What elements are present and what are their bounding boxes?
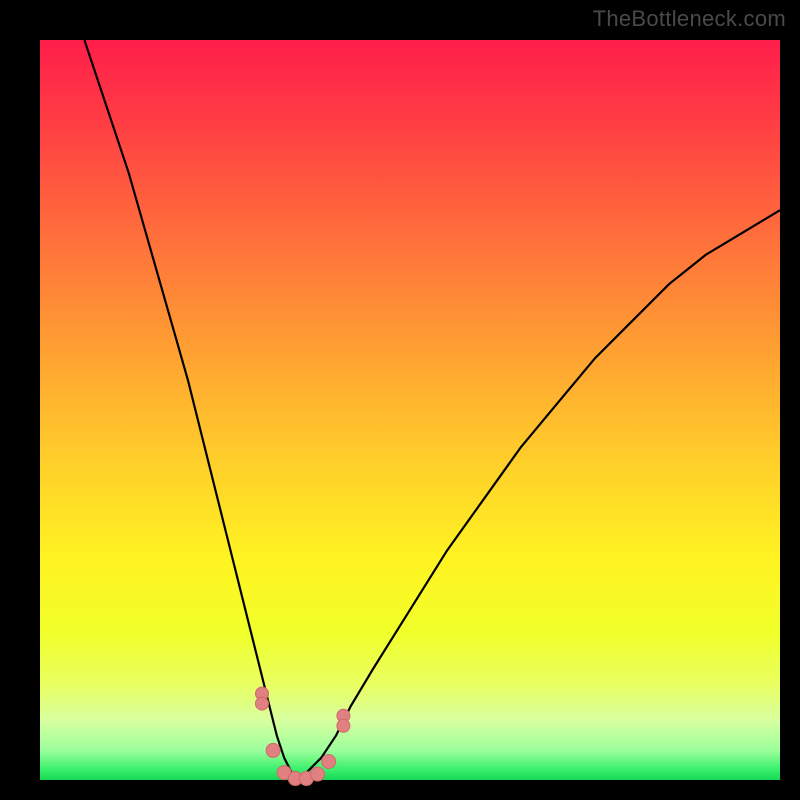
curve-marker	[337, 719, 350, 732]
curve-marker	[266, 743, 280, 757]
watermark-text: TheBottleneck.com	[593, 6, 786, 32]
curve-marker	[322, 755, 336, 769]
bottleneck-curve	[84, 40, 780, 780]
chart-frame: TheBottleneck.com	[0, 0, 800, 800]
plot-area	[40, 40, 780, 780]
chart-svg	[40, 40, 780, 780]
curve-marker	[311, 767, 325, 781]
curve-marker	[256, 697, 269, 710]
